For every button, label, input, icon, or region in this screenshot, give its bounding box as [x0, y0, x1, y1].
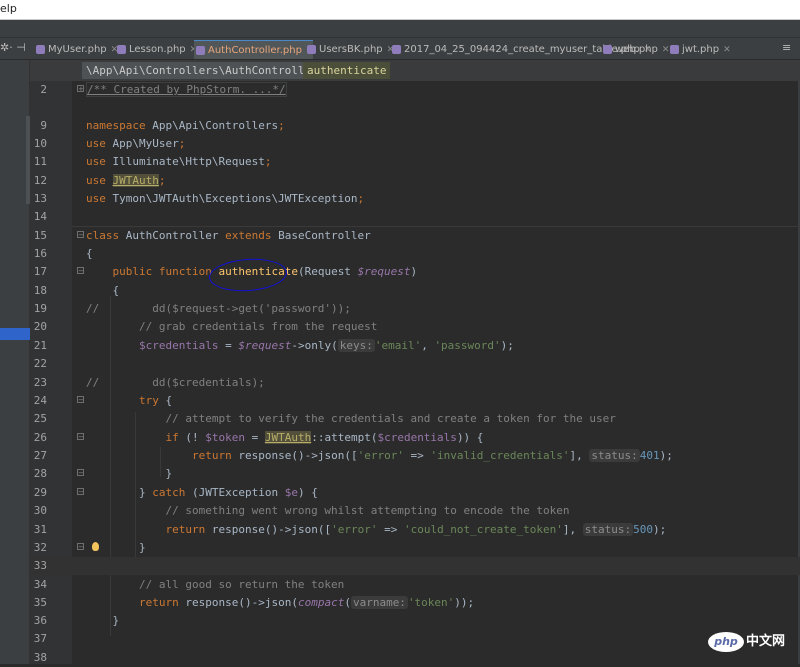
- code-line[interactable]: 10 use App\MyUser;: [30, 135, 800, 153]
- code-line[interactable]: 22: [30, 355, 800, 373]
- php-logo: php: [708, 632, 744, 652]
- tab-lesson[interactable]: Lesson.php✕: [115, 40, 197, 59]
- close-icon[interactable]: ✕: [723, 45, 731, 55]
- watermark-site-name: 中文网: [746, 634, 786, 649]
- code-line[interactable]: 31 return response()->json(['error' => '…: [30, 521, 800, 539]
- tab-web[interactable]: web.php ✕: [601, 40, 669, 59]
- php-file-icon: [603, 45, 612, 54]
- fold-collapse-icon[interactable]: −: [77, 543, 84, 551]
- menu-help[interactable]: elp: [0, 2, 17, 15]
- code-line[interactable]: 28 − }: [30, 465, 800, 483]
- code-line[interactable]: 30 // something went wrong whilst attemp…: [30, 502, 800, 520]
- code-line[interactable]: 12 use JWTAuth;: [30, 172, 800, 190]
- code-line[interactable]: 21 $credentials = $request->only(keys:'e…: [30, 337, 800, 355]
- code-line[interactable]: 27 return response()->json(['error' => '…: [30, 447, 800, 465]
- code-line[interactable]: 35 return response()->json(compact(varna…: [30, 594, 800, 612]
- php-file-icon: [36, 45, 45, 54]
- tab-usersbk[interactable]: UsersBK.php ✕: [305, 40, 394, 59]
- code-line[interactable]: 9 namespace App\Api\Controllers;: [30, 117, 800, 135]
- tabs-menu-icon[interactable]: ≡: [782, 41, 791, 54]
- settings-gear-icon[interactable]: ✲· ⊣: [0, 41, 26, 54]
- tab-authcontroller[interactable]: AuthController.php✕: [194, 40, 314, 59]
- code-line[interactable]: 17 − public function authenticate(Reques…: [30, 263, 800, 281]
- toolbar: [0, 20, 800, 38]
- code-line[interactable]: 23 // dd($credentials);: [30, 374, 800, 392]
- menu-bar: elp: [0, 0, 800, 20]
- tab-myuser[interactable]: MyUser.php ✕: [34, 40, 118, 59]
- code-line[interactable]: 24 − try {: [30, 392, 800, 410]
- breadcrumb: \App\Api\Controllers\AuthController auth…: [30, 60, 800, 81]
- code-line[interactable]: 14: [30, 208, 800, 226]
- code-line[interactable]: 18 {: [30, 282, 800, 300]
- code-line[interactable]: 34 // all good so return the token: [30, 576, 800, 594]
- breadcrumb-method[interactable]: authenticate: [303, 62, 391, 79]
- php-file-icon: [670, 45, 679, 54]
- php-file-icon: [117, 45, 126, 54]
- code-line[interactable]: 20 // grab credentials from the request: [30, 318, 800, 336]
- code-line[interactable]: 11 use Illuminate\Http\Request;: [30, 153, 800, 171]
- editor-tab-bar: ✲· ⊣ MyUser.php✕ Lesson.php✕ AuthControl…: [0, 38, 800, 60]
- fold-collapse-icon[interactable]: −: [77, 231, 84, 239]
- code-line[interactable]: 38: [30, 649, 800, 667]
- code-line[interactable]: 16 {: [30, 245, 800, 263]
- php-file-icon: [196, 46, 205, 55]
- code-line-current[interactable]: 33: [30, 557, 800, 575]
- fold-expand-icon[interactable]: +: [77, 85, 84, 93]
- code-line[interactable]: 19 // dd($request->get('password'));: [30, 300, 800, 318]
- php-file-icon: [392, 45, 401, 54]
- code-line[interactable]: 26 − if (! $token = JWTAuth::attempt($cr…: [30, 429, 800, 447]
- code-line[interactable]: 13 use Tymon\JWTAuth\Exceptions\JWTExcep…: [30, 190, 800, 208]
- fold-collapse-icon[interactable]: −: [77, 267, 84, 275]
- fold-collapse-icon[interactable]: −: [77, 469, 84, 477]
- code-line[interactable]: 15 − class AuthController extends BaseCo…: [30, 227, 800, 245]
- code-line[interactable]: 36 }: [30, 612, 800, 630]
- code-line[interactable]: 29 − } catch (JWTException $e) {: [30, 484, 800, 502]
- watermark: php 中文网: [708, 630, 794, 654]
- code-line[interactable]: 2 + /** Created by PhpStorm. ...*/: [30, 81, 800, 99]
- php-file-icon: [307, 45, 316, 54]
- tab-jwt[interactable]: jwt.php ✕: [668, 40, 731, 59]
- code-line[interactable]: 37: [30, 630, 800, 648]
- fold-collapse-icon[interactable]: −: [77, 396, 84, 404]
- code-line[interactable]: 25 // attempt to verify the credentials …: [30, 410, 800, 428]
- left-tool-strip: [0, 60, 30, 664]
- code-line[interactable]: 32 − }: [30, 539, 800, 557]
- breadcrumb-class-path[interactable]: \App\Api\Controllers\AuthController: [82, 62, 322, 79]
- fold-collapse-icon[interactable]: −: [77, 488, 84, 496]
- fold-collapse-icon[interactable]: −: [77, 433, 84, 441]
- selection-marker: [0, 328, 30, 340]
